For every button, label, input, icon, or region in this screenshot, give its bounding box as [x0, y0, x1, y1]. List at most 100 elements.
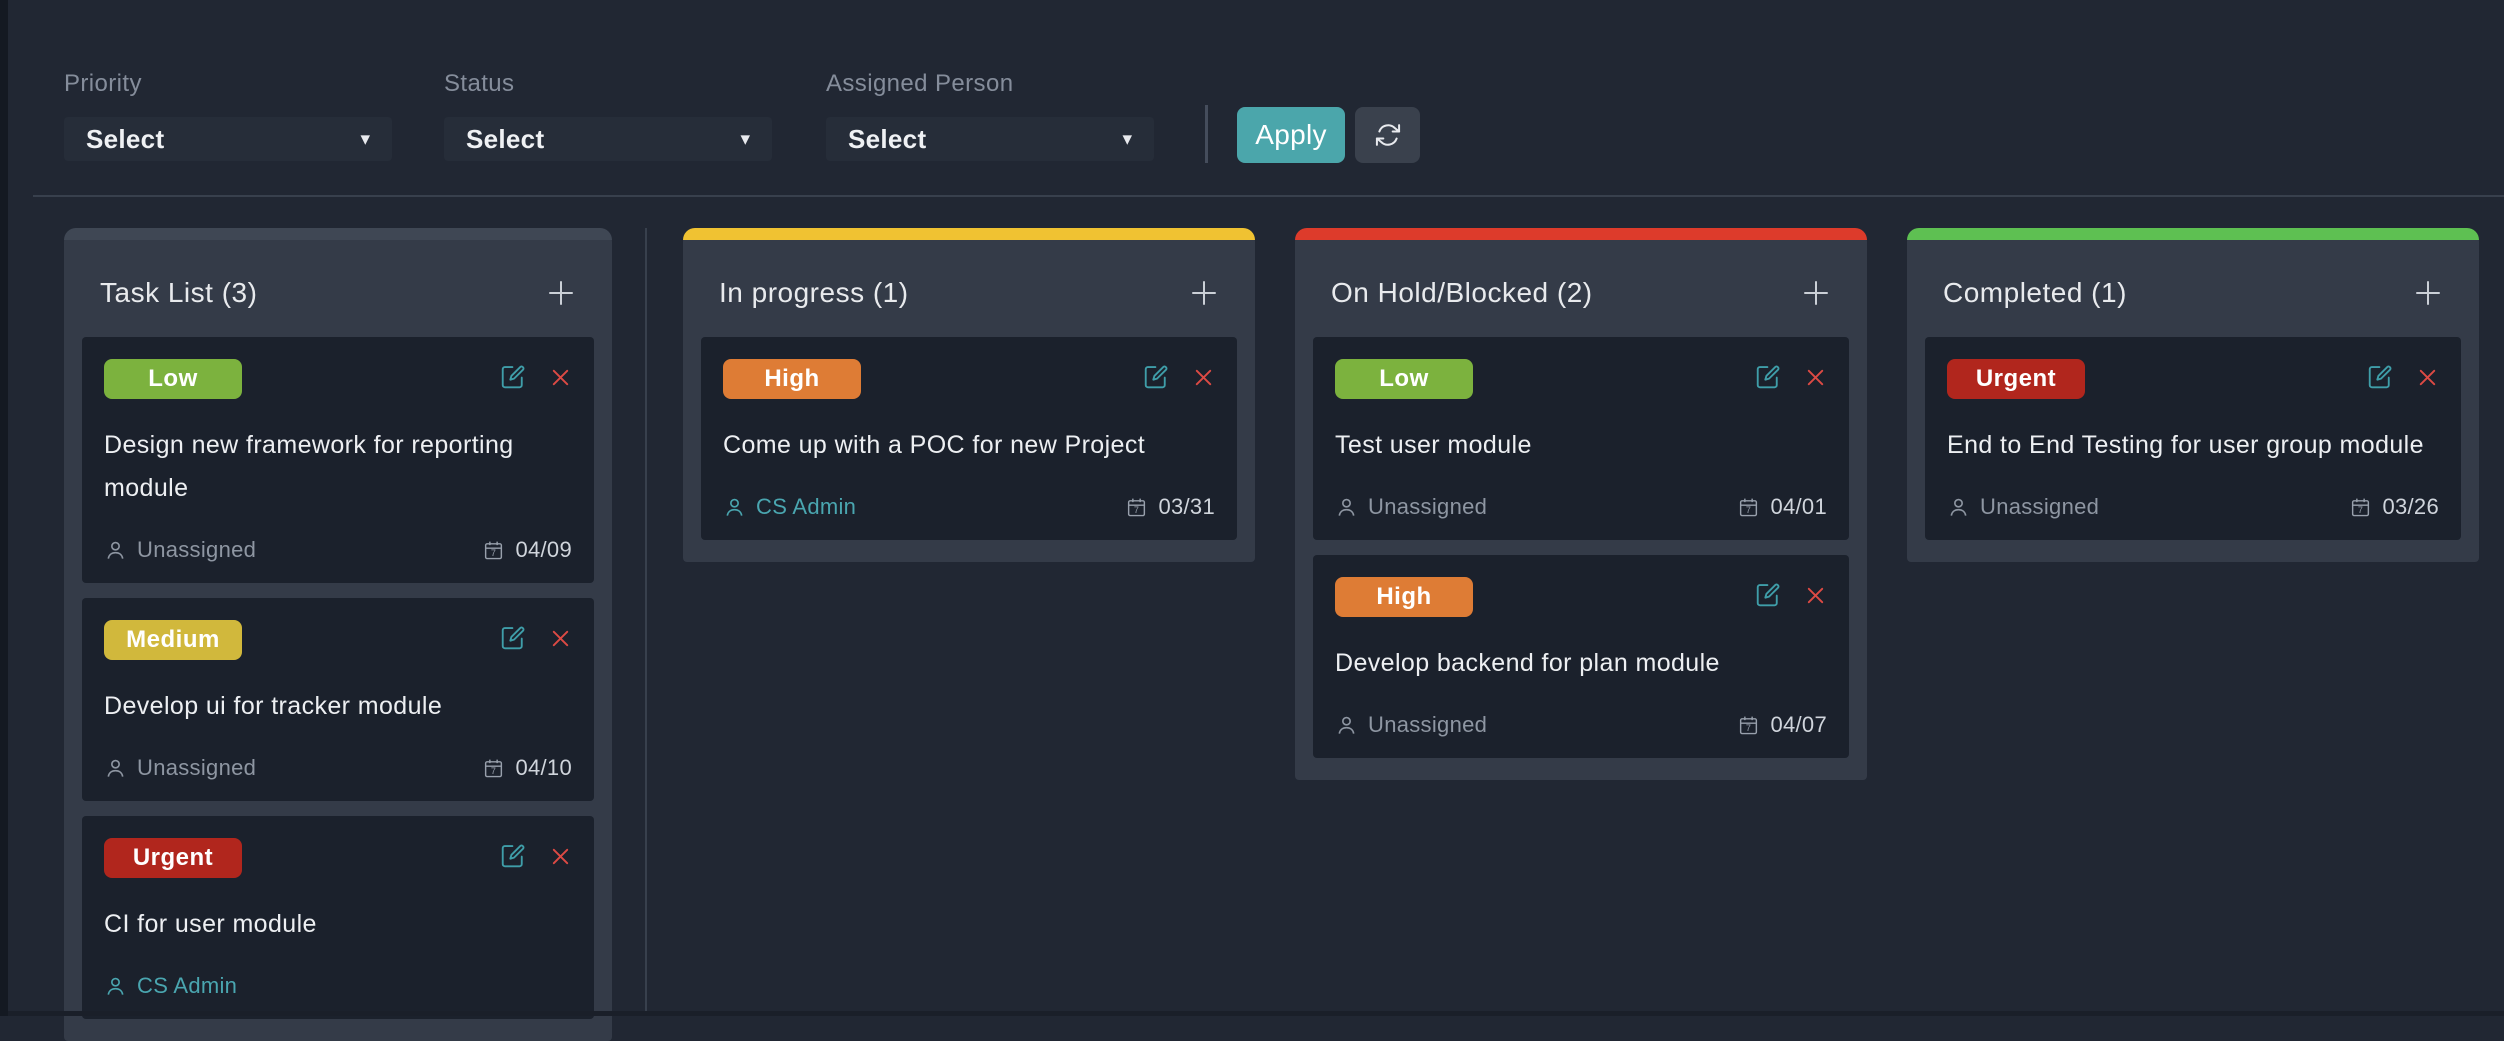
refresh-button[interactable] [1355, 107, 1420, 163]
priority-badge: Low [1335, 359, 1473, 399]
delete-task-button[interactable] [549, 845, 572, 868]
task-card[interactable]: Low Test user module Unassigned 7 [1313, 337, 1849, 540]
x-icon [2416, 366, 2439, 389]
assignee-name: Unassigned [137, 755, 256, 781]
person-icon [104, 975, 127, 998]
column-title: On Hold/Blocked (2) [1331, 277, 1593, 309]
assignee-label: Unassigned [104, 755, 256, 781]
person-icon [1335, 714, 1358, 737]
due-date-label: 7 03/26 [2349, 494, 2439, 520]
priority-badge: Urgent [104, 838, 242, 878]
refresh-icon [1374, 121, 1402, 149]
task-card[interactable]: High Come up with a POC for new Project … [701, 337, 1237, 540]
assignee-label: Unassigned [104, 537, 256, 563]
edit-icon [1142, 363, 1170, 391]
delete-task-button[interactable] [549, 366, 572, 389]
add-task-button[interactable] [544, 276, 578, 310]
board-column-completed: Completed (1) Urgent End to End Testing [1907, 228, 2479, 562]
assigned-person-filter: Assigned Person Select ▾ [826, 70, 1154, 161]
edit-icon [2366, 363, 2394, 391]
priority-filter-select[interactable]: Select ▾ [64, 117, 392, 161]
task-title: CI for user module [104, 903, 572, 946]
assignee-name: Unassigned [1980, 494, 2099, 520]
assigned-person-filter-select[interactable]: Select ▾ [826, 117, 1154, 161]
status-filter-select[interactable]: Select ▾ [444, 117, 772, 161]
caret-down-icon: ▾ [360, 130, 370, 149]
plus-icon [1799, 276, 1833, 310]
assignee-name: Unassigned [137, 537, 256, 563]
plus-icon [1187, 276, 1221, 310]
assignee-label: Unassigned [1335, 712, 1487, 738]
edit-task-button[interactable] [499, 842, 527, 870]
column-accent-bar [1907, 228, 2479, 240]
priority-filter-value: Select [86, 124, 164, 155]
edit-task-button[interactable] [499, 624, 527, 652]
column-title: Task List (3) [100, 277, 257, 309]
due-date: 03/31 [1158, 494, 1215, 520]
edit-icon [499, 363, 527, 391]
edit-task-button[interactable] [499, 363, 527, 391]
x-icon [1192, 366, 1215, 389]
task-title: Design new framework for reporting modul… [104, 424, 572, 510]
edit-task-button[interactable] [1754, 581, 1782, 609]
priority-badge: High [723, 359, 861, 399]
person-icon [104, 539, 127, 562]
calendar-digit: 7 [1746, 723, 1751, 733]
x-icon [549, 627, 572, 650]
task-title: Come up with a POC for new Project [723, 424, 1215, 467]
board-column-task-list: Task List (3) Low Design new framework [64, 228, 612, 1041]
edit-icon [1754, 581, 1782, 609]
delete-task-button[interactable] [1804, 584, 1827, 607]
delete-task-button[interactable] [1192, 366, 1215, 389]
task-card[interactable]: Urgent CI for user module CS Admin [82, 816, 594, 1019]
column-title: In progress (1) [719, 277, 909, 309]
delete-task-button[interactable] [2416, 366, 2439, 389]
column-accent-bar [1295, 228, 1867, 240]
calendar-icon: 7 [1737, 714, 1760, 737]
due-date: 04/07 [1770, 712, 1827, 738]
board-column-on-hold: On Hold/Blocked (2) Low Test user modul [1295, 228, 1867, 780]
edit-task-button[interactable] [2366, 363, 2394, 391]
add-task-button[interactable] [1187, 276, 1221, 310]
filter-divider [1205, 105, 1208, 163]
priority-badge: Low [104, 359, 242, 399]
due-date-label: 7 04/01 [1737, 494, 1827, 520]
calendar-icon: 7 [1737, 496, 1760, 519]
assignee-name: Unassigned [1368, 494, 1487, 520]
task-card[interactable]: Urgent End to End Testing for user group… [1925, 337, 2461, 540]
add-task-button[interactable] [2411, 276, 2445, 310]
priority-badge: Medium [104, 620, 242, 660]
x-icon [549, 366, 572, 389]
calendar-icon: 7 [482, 757, 505, 780]
person-icon [1947, 496, 1970, 519]
status-filter: Status Select ▾ [444, 70, 772, 161]
board-column-in-progress: In progress (1) High Come up with a POC [683, 228, 1255, 562]
calendar-digit: 7 [1134, 505, 1139, 515]
task-card[interactable]: High Develop backend for plan module Una… [1313, 555, 1849, 758]
bottom-edge-strip [8, 1011, 2504, 1016]
due-date-label: 7 03/31 [1125, 494, 1215, 520]
task-title: Develop ui for tracker module [104, 685, 572, 728]
add-task-button[interactable] [1799, 276, 1833, 310]
delete-task-button[interactable] [1804, 366, 1827, 389]
task-card[interactable]: Medium Develop ui for tracker module Una… [82, 598, 594, 801]
due-date-label: 7 04/09 [482, 537, 572, 563]
calendar-icon: 7 [2349, 496, 2372, 519]
delete-task-button[interactable] [549, 627, 572, 650]
task-title: Develop backend for plan module [1335, 642, 1827, 685]
x-icon [549, 845, 572, 868]
x-icon [1804, 366, 1827, 389]
edit-task-button[interactable] [1754, 363, 1782, 391]
edit-task-button[interactable] [1142, 363, 1170, 391]
calendar-digit: 7 [1746, 505, 1751, 515]
person-icon [723, 496, 746, 519]
due-date: 03/26 [2382, 494, 2439, 520]
priority-badge: High [1335, 577, 1473, 617]
due-date: 04/01 [1770, 494, 1827, 520]
apply-button[interactable]: Apply [1237, 107, 1345, 163]
calendar-digit: 7 [491, 766, 496, 776]
due-date: 04/10 [515, 755, 572, 781]
person-icon [1335, 496, 1358, 519]
task-card[interactable]: Low Design new framework for reporting m… [82, 337, 594, 583]
status-filter-label: Status [444, 70, 772, 98]
